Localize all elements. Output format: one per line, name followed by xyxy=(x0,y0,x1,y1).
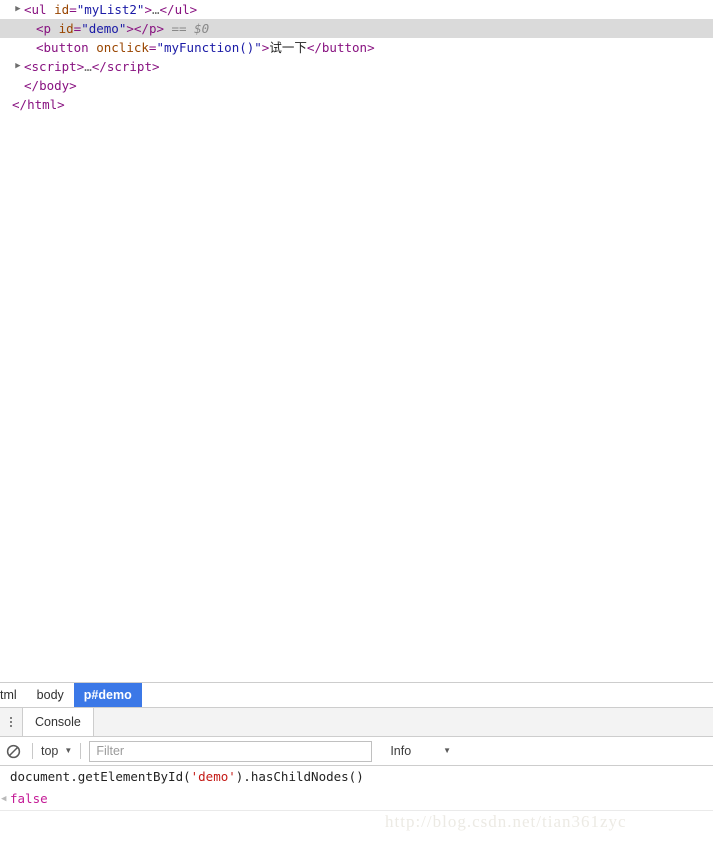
filter-input[interactable] xyxy=(89,740,373,762)
tab-console[interactable]: Console xyxy=(22,708,94,736)
code-token: = xyxy=(69,2,77,17)
code-token: > xyxy=(57,97,65,112)
console-token: ).hasChildNodes() xyxy=(235,769,364,784)
code-token: body xyxy=(39,78,70,93)
console-input-line: document.getElementById('demo').hasChild… xyxy=(0,766,713,788)
code-token: "myFunction()" xyxy=(156,40,262,55)
console-token: 'demo' xyxy=(190,769,236,784)
breadcrumb-item-p-demo[interactable]: p#demo xyxy=(73,683,142,707)
console-result-line: ◀ false xyxy=(0,788,713,811)
chevron-down-icon: ▼ xyxy=(443,746,452,755)
expand-triangle-icon[interactable]: ▶ xyxy=(12,57,24,76)
code-token: < xyxy=(36,21,44,36)
code-token: p xyxy=(43,21,52,36)
code-token: < xyxy=(24,59,32,74)
code-token: html xyxy=(27,97,58,112)
code-token: > xyxy=(189,2,198,17)
log-level-select[interactable]: Info ▼ xyxy=(390,744,451,758)
code-token: script xyxy=(31,59,77,74)
code-token: < xyxy=(24,2,32,17)
console-output[interactable]: document.getElementById('demo').hasChild… xyxy=(0,766,713,811)
code-token: </ xyxy=(24,78,40,93)
toolbar-divider-1 xyxy=(32,743,33,759)
dom-tree-row[interactable]: <button onclick="myFunction()">试一下</butt… xyxy=(0,38,713,57)
dom-tree-row-content: <button onclick="myFunction()">试一下</butt… xyxy=(0,38,375,57)
chevron-down-icon: ▼ xyxy=(64,746,73,755)
dom-tree-row[interactable]: </body> xyxy=(0,76,713,95)
code-token: "demo" xyxy=(81,21,127,36)
breadcrumb[interactable]: tml body p#demo xyxy=(0,682,713,708)
code-token: </ xyxy=(12,97,28,112)
expand-triangle-icon[interactable]: ▶ xyxy=(12,0,24,19)
code-token: … xyxy=(84,59,92,74)
log-level-label: Info xyxy=(390,744,412,758)
drawer-tab-bar: Console xyxy=(0,708,713,737)
dom-tree-row-content: <ul id="myList2">…</ul> xyxy=(0,0,197,19)
code-token: button xyxy=(43,40,89,55)
code-token: button xyxy=(321,40,368,55)
clear-console-icon[interactable] xyxy=(2,740,24,762)
execution-context-select[interactable]: top ▼ xyxy=(41,744,72,758)
code-token: > xyxy=(367,40,375,55)
code-token: id xyxy=(54,2,70,17)
result-arrow-icon: ◀ xyxy=(1,794,7,804)
console-token: document.getElementById( xyxy=(10,769,191,784)
execution-context-label: top xyxy=(41,744,59,758)
code-token: </ xyxy=(133,21,149,36)
code-token: script xyxy=(106,59,152,74)
console-token: false xyxy=(10,791,48,806)
code-token: > xyxy=(126,21,134,36)
code-token: id xyxy=(58,21,74,36)
code-token: ul xyxy=(174,2,190,17)
dom-tree-panel[interactable]: ▶ <ul id="myList2">…</ul> <p id="demo"></p… xyxy=(0,0,713,682)
dom-tree-row[interactable]: ▶ <ul id="myList2">…</ul> xyxy=(0,0,713,19)
kebab-menu-icon[interactable] xyxy=(0,708,22,736)
code-token: == $0 xyxy=(164,21,210,36)
code-token: onclick xyxy=(96,40,149,55)
dom-tree-row[interactable]: <p id="demo"></p> == $0 xyxy=(0,19,713,38)
code-token: </ xyxy=(91,59,107,74)
code-token: ul xyxy=(31,2,47,17)
toolbar-divider-2 xyxy=(80,743,82,759)
dom-tree-row[interactable]: </html> xyxy=(0,95,713,114)
watermark: http://blog.csdn.net/tian361zyc xyxy=(385,812,627,831)
code-token: … xyxy=(151,2,160,17)
code-token: > xyxy=(69,78,77,93)
console-toolbar: top ▼ Info ▼ xyxy=(0,737,713,766)
code-token: 试一下 xyxy=(269,40,307,55)
code-token: </ xyxy=(159,2,175,17)
code-token: > xyxy=(156,21,164,36)
breadcrumb-item-body[interactable]: body xyxy=(27,683,74,707)
breadcrumb-item-tml[interactable]: tml xyxy=(0,683,27,707)
code-token: > xyxy=(151,59,160,74)
dom-tree-row[interactable]: ▶ <script>…</script> xyxy=(0,57,713,76)
code-token: </ xyxy=(306,40,322,55)
code-token: > xyxy=(144,2,152,17)
code-token: "myList2" xyxy=(76,2,145,17)
code-token: < xyxy=(36,40,44,55)
